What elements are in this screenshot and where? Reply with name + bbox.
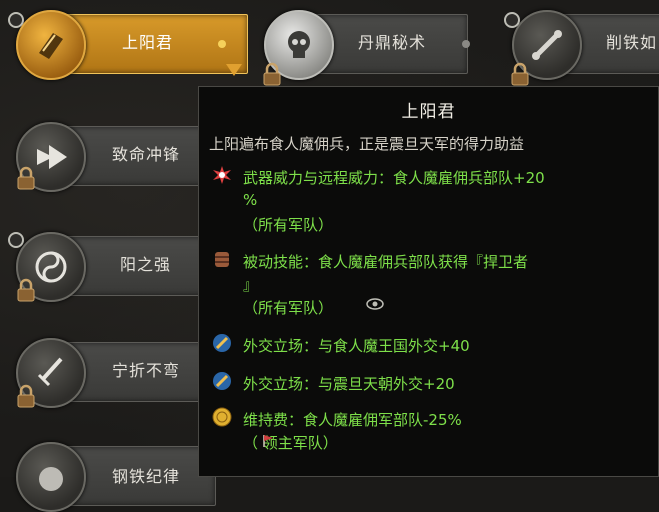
ring-badge [8, 12, 24, 28]
skull-icon [288, 31, 310, 58]
plus-badge [504, 12, 520, 28]
effect-line: 被动技能：食人魔雇佣兵部队获得『捍卫者 [243, 253, 529, 271]
skill-label: 宁折不弯 [112, 361, 181, 380]
effect-scope: （ 领主军队） [243, 434, 338, 452]
skill-medal [16, 442, 86, 512]
coin-icon [212, 407, 232, 427]
lock-icon [263, 62, 281, 86]
effect-scope: （所有军队） [243, 299, 334, 317]
effect-line-cont: % [243, 191, 258, 209]
lock-icon [17, 278, 35, 302]
skill-node-xietie[interactable]: 削铁如 [512, 10, 659, 80]
skill-label: 阳之强 [120, 255, 172, 274]
effect-line: 外交立场：与震旦天朝外交+20 [243, 375, 455, 393]
effect-line: 武器威力与远程威力：食人魔雇佣兵部队+20 [243, 169, 545, 187]
lock-icon [17, 166, 35, 190]
skill-label: 削铁如 [606, 33, 658, 52]
tooltip-description: 上阳遍布食人魔佣兵，正是震旦天军的得力助益 [209, 135, 525, 153]
skill-node-yangzhiqiang[interactable]: 阳之强 [16, 232, 216, 302]
lock-icon [17, 384, 35, 408]
effect-scope: （所有军队） [243, 216, 334, 234]
skill-node-danding[interactable]: 丹鼎秘术 [264, 10, 470, 80]
selected-dot [218, 40, 226, 48]
effect-line-cont: 』 [243, 276, 259, 294]
skill-node-gangtie[interactable]: 钢铁纪律 [16, 442, 216, 512]
skill-label: 上阳君 [122, 33, 174, 52]
bone-icon [532, 30, 562, 60]
triangle-badge [8, 232, 24, 248]
skill-node-zhiming[interactable]: 致命冲锋 [16, 122, 216, 192]
skill-node-ningzhe[interactable]: 宁折不弯 [16, 338, 216, 408]
eye-icon[interactable] [365, 298, 385, 310]
skill-label: 致命冲锋 [112, 145, 181, 164]
skill-label: 丹鼎秘术 [358, 33, 427, 52]
tooltip-title: 上阳君 [401, 102, 456, 122]
effect-line: 维持费：食人魔雇佣军部队-25% [243, 411, 462, 429]
status-dot [462, 40, 470, 48]
effect-line: 外交立场：与食人魔王国外交+40 [243, 337, 470, 355]
barrel-icon [215, 252, 229, 267]
helmet-icon [39, 467, 63, 491]
skill-node-shangyangjun[interactable]: 上阳君 [16, 10, 248, 80]
quill-icon [213, 334, 231, 352]
skill-medal [16, 10, 86, 80]
lock-icon [511, 62, 529, 86]
skill-tooltip: 上阳君 上阳遍布食人魔佣兵，正是震旦天军的得力助益 武器威力与远程威力：食人魔雇… [198, 86, 659, 477]
explosion-icon [213, 166, 231, 184]
skill-label: 钢铁纪律 [112, 467, 181, 486]
tooltip-pointer [226, 64, 242, 76]
banner-flag-icon [263, 435, 273, 447]
quill-icon [213, 372, 231, 390]
scroll-hand-icon [39, 33, 63, 59]
